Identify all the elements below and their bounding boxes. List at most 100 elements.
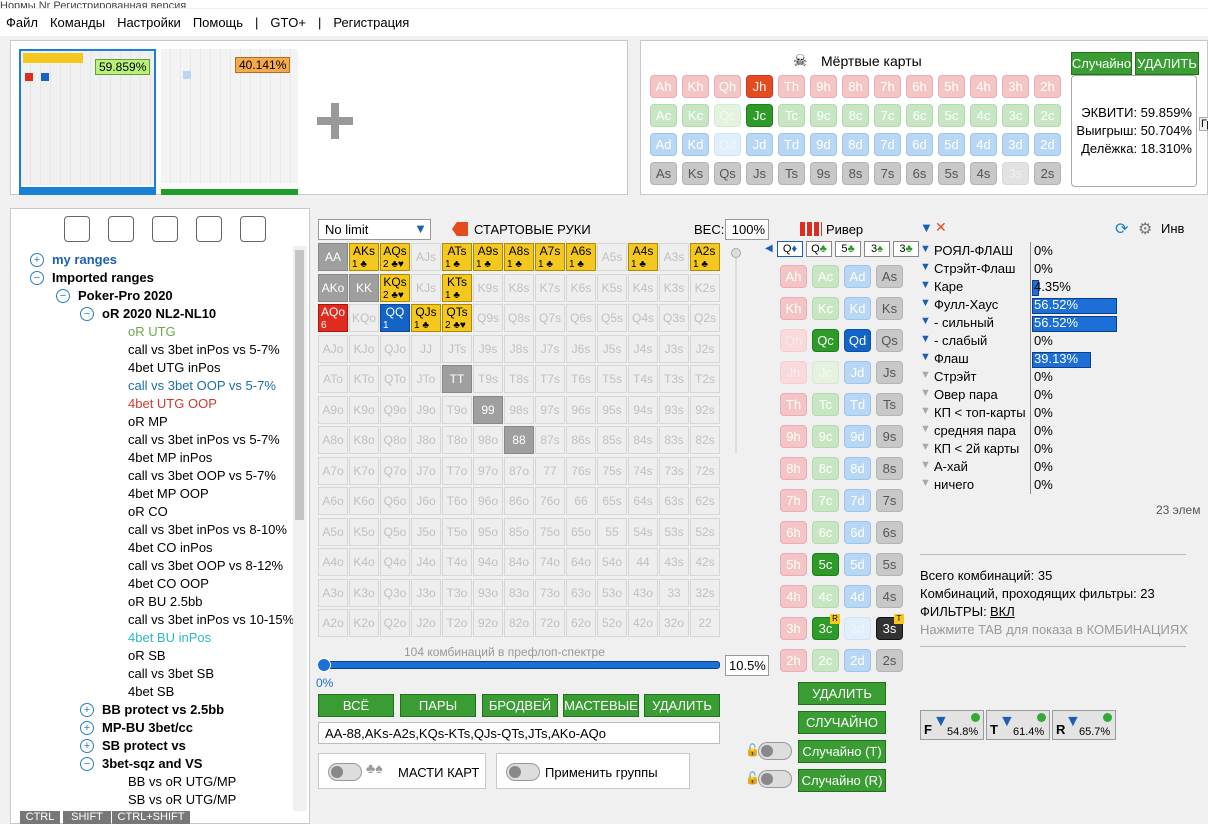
hand-cell[interactable]: 87o [504,456,534,485]
dead-card[interactable]: 9d [810,133,837,156]
board-card[interactable]: Qs [876,329,903,352]
hand-cell[interactable]: 83o [504,578,534,607]
hand-cell[interactable]: T7o [442,456,472,485]
hand-cell[interactable]: JJ [411,334,441,363]
hand-cell[interactable]: 77 [535,456,565,485]
dead-card[interactable]: Qs [714,162,741,185]
hand-cell[interactable]: 62o [566,609,596,637]
dead-card[interactable]: Ah [650,75,677,98]
tree-item[interactable]: SB protect vs [102,738,186,753]
stat-filter-icon[interactable]: ▼ [920,297,931,309]
tree-item[interactable]: oR 2020 NL2-NL10 [102,306,216,321]
board-card[interactable]: Ad [844,265,871,288]
hand-cell[interactable]: 96o [473,487,503,515]
range-text-input[interactable]: AA-88,AKs-A2s,KQs-KTs,QJs-QTs,JTs,AKo-AQ… [318,722,720,744]
hand-cell[interactable]: 85s [597,426,627,454]
hand-cell[interactable]: J8o [411,426,441,454]
hand-cell[interactable]: 97s [535,395,565,424]
hand-cell[interactable]: J7s [535,334,565,363]
hand-cell[interactable]: 52s [690,517,720,546]
menu-item-7[interactable]: Регистрация [327,15,415,30]
hand-cell[interactable]: KTo [349,365,379,393]
stat-filter-icon[interactable]: ▼ [920,243,931,255]
dead-card[interactable]: 2c [1034,104,1061,127]
dead-card[interactable]: 8d [842,133,869,156]
delete-range-button[interactable]: УДАЛИТЬ [644,694,720,717]
hand-cell[interactable]: Q6s [566,304,596,332]
hand-cell[interactable]: AQo 6 [318,304,348,332]
hand-cell[interactable]: K5s [597,273,627,302]
stat-filter-icon[interactable]: ▼ [920,279,931,291]
hand-cell[interactable]: 32s [690,578,720,607]
board-card[interactable]: Kd [844,297,871,320]
hand-cell[interactable]: Q3s [659,304,689,332]
hand-cell[interactable]: 44 [628,548,658,576]
hand-cell[interactable]: JTo [411,365,441,393]
tree-item[interactable]: oR BU 2.5bb [128,594,202,609]
tree-item[interactable]: SB vs oR UTG/MP [128,792,236,807]
stat-filter-icon[interactable]: ▼ [920,261,931,273]
hand-cell[interactable]: A2o [318,609,348,637]
hand-cell[interactable]: K4s [628,273,658,302]
hand-cell[interactable]: T9o [442,395,472,424]
hand-cell[interactable]: JTs [442,334,472,363]
board-tab[interactable]: Q♦ [777,241,803,257]
hand-cell[interactable]: ATs 1 ♣ [442,243,472,271]
hand-cell[interactable]: K9o [349,395,379,424]
user-icon[interactable]: user-icon [108,216,134,242]
board-arrow-icon[interactable]: ◀ [765,243,773,254]
gear-icon[interactable]: gear-icon [64,216,90,242]
board-card[interactable]: Qd [844,329,871,352]
stat-filter-icon[interactable]: ▼ [920,369,931,381]
board-tab[interactable]: 3♣ [893,241,919,257]
hand-cell[interactable]: K8o [349,426,379,454]
hand-cell[interactable]: 53o [597,578,627,607]
hand-cell[interactable]: 98s [504,395,534,424]
hand-cell[interactable]: 54s [628,517,658,546]
hand-cell[interactable]: 64s [628,487,658,515]
range-thumbnail-2[interactable]: 40.141% [161,49,298,195]
tree-item[interactable]: oR SB [128,648,166,663]
hand-cell[interactable]: 87s [535,426,565,454]
board-card[interactable]: Qh [780,329,807,352]
hand-cell[interactable]: A3s [659,243,689,271]
stat-filter-icon[interactable]: ▼ [920,405,931,417]
turn-random-toggle[interactable] [758,742,792,760]
hand-cell[interactable]: K5o [349,517,379,546]
board-card[interactable]: 5s [876,553,903,576]
board-card[interactable]: 8h [780,457,807,480]
tree-item[interactable]: MP-BU 3bet/cc [102,720,193,735]
board-card[interactable]: Jc [812,361,839,384]
dead-card[interactable]: 3h [1002,75,1029,98]
board-card[interactable]: 5h [780,553,807,576]
dead-card[interactable]: 8h [842,75,869,98]
hand-cell[interactable]: K3o [349,578,379,607]
hand-cell[interactable]: 94s [628,395,658,424]
hand-cell[interactable]: Q6o [380,487,410,515]
hand-cell[interactable]: K2o [349,609,379,637]
tree-toggle[interactable]: + [30,253,44,267]
hand-cell[interactable]: A5s [597,243,627,271]
tree-item[interactable]: BB protect vs 2.5bb [102,702,224,717]
hand-cell[interactable]: KQo [349,304,379,332]
groups-toggle[interactable] [506,763,540,781]
hand-cell[interactable]: K9s [473,273,503,302]
board-card[interactable]: 7s [876,489,903,512]
board-card[interactable]: 8c [812,457,839,480]
board-card[interactable]: 2c [812,649,839,672]
menu-item-3[interactable]: Помощь [187,15,249,30]
side-tab[interactable]: Гра [1199,117,1208,131]
dead-card[interactable]: Qc [714,104,741,127]
range-thumbnail-1[interactable]: 59.859% [19,49,156,195]
hand-cell[interactable]: Q5o [380,517,410,546]
board-card[interactable]: 6s [876,521,903,544]
board-card[interactable]: 8s [876,457,903,480]
hand-cell[interactable]: 53s [659,517,689,546]
dead-card[interactable]: 6h [906,75,933,98]
hand-cell[interactable]: QQ 1 [380,304,410,332]
hand-cell[interactable]: 97o [473,456,503,485]
hand-cell[interactable]: Q8o [380,426,410,454]
hand-cell[interactable]: 98o [473,426,503,454]
dead-card[interactable]: 8c [842,104,869,127]
dead-card[interactable]: 6c [906,104,933,127]
